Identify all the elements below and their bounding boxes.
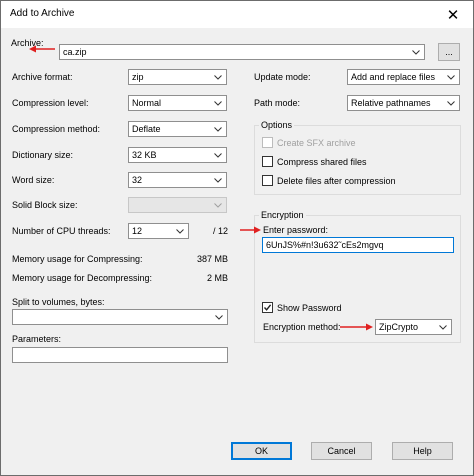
enter-password-label: Enter password:	[263, 225, 329, 235]
window-title: Add to Archive	[10, 8, 75, 19]
create-sfx-checkbox[interactable]: Create SFX archive	[262, 137, 356, 148]
chevron-down-icon	[213, 148, 222, 162]
ok-button[interactable]: OK	[231, 442, 292, 460]
word-size-value: 32	[132, 175, 143, 185]
solid-block-size-label: Solid Block size:	[12, 200, 78, 210]
chevron-down-icon	[214, 310, 223, 324]
annotation-arrow-icon	[29, 45, 55, 53]
checkbox-box	[262, 175, 273, 186]
encryption-method-select[interactable]: ZipCrypto	[375, 319, 452, 335]
archive-path-value: ca.zip	[63, 47, 87, 57]
memory-compressing-value: 387 MB	[196, 254, 228, 264]
compress-shared-label: Compress shared files	[277, 156, 367, 167]
checkbox-box	[262, 137, 273, 148]
archive-format-value: zip	[132, 72, 144, 82]
delete-after-checkbox[interactable]: Delete files after compression	[262, 175, 396, 186]
help-button[interactable]: Help	[392, 442, 453, 460]
archive-format-label: Archive format:	[12, 72, 73, 82]
show-password-checkbox[interactable]: Show Password	[262, 302, 342, 313]
update-mode-select[interactable]: Add and replace files	[347, 69, 460, 85]
memory-decompressing-value: 2 MB	[206, 273, 228, 283]
chevron-down-icon	[411, 45, 420, 59]
annotation-arrow-icon	[340, 323, 373, 331]
split-volumes-label: Split to volumes, bytes:	[12, 297, 105, 307]
parameters-input[interactable]	[12, 347, 228, 363]
chevron-down-icon	[438, 320, 447, 334]
split-volumes-combo[interactable]	[12, 309, 228, 325]
path-mode-value: Relative pathnames	[351, 98, 431, 108]
options-group-title: Options	[259, 120, 295, 130]
cpu-threads-value: 12	[132, 226, 143, 236]
create-sfx-label: Create SFX archive	[277, 137, 356, 148]
chevron-down-icon	[213, 173, 222, 187]
cpu-threads-label: Number of CPU threads:	[12, 226, 111, 236]
path-mode-select[interactable]: Relative pathnames	[347, 95, 460, 111]
title-bar: Add to Archive ✕	[1, 1, 473, 28]
solid-block-size-select[interactable]	[128, 197, 227, 213]
memory-compressing-label: Memory usage for Compressing:	[12, 254, 143, 264]
add-to-archive-dialog: Add to Archive ✕ Archive: ca.zip ... Arc…	[0, 0, 474, 476]
browse-button[interactable]: ...	[438, 43, 460, 61]
close-icon[interactable]: ✕	[433, 1, 473, 28]
archive-format-select[interactable]: zip	[128, 69, 227, 85]
encryption-group-title: Encryption	[259, 210, 306, 220]
checkbox-box	[262, 302, 273, 313]
cancel-button[interactable]: Cancel	[311, 442, 372, 460]
show-password-label: Show Password	[277, 302, 342, 313]
update-mode-label: Update mode:	[254, 72, 311, 82]
encryption-method-label: Encryption method:	[263, 322, 341, 332]
archive-path-combo[interactable]: ca.zip	[59, 44, 425, 60]
chevron-down-icon	[213, 96, 222, 110]
chevron-down-icon	[213, 70, 222, 84]
compression-method-select[interactable]: Deflate	[128, 121, 227, 137]
chevron-down-icon	[213, 122, 222, 136]
checkbox-box	[262, 156, 273, 167]
password-input[interactable]: 6UnJS%#n!3u632˜cEs2mgvq	[262, 237, 454, 253]
compression-method-label: Compression method:	[12, 124, 101, 134]
compression-method-value: Deflate	[132, 124, 161, 134]
cpu-threads-max: / 12	[212, 226, 228, 236]
update-mode-value: Add and replace files	[351, 72, 436, 82]
parameters-label: Parameters:	[12, 334, 62, 344]
dictionary-size-value: 32 KB	[132, 150, 157, 160]
word-size-select[interactable]: 32	[128, 172, 227, 188]
chevron-down-icon	[446, 70, 455, 84]
chevron-down-icon	[446, 96, 455, 110]
dictionary-size-label: Dictionary size:	[12, 150, 74, 160]
compression-level-select[interactable]: Normal	[128, 95, 227, 111]
path-mode-label: Path mode:	[254, 98, 301, 108]
encryption-method-value: ZipCrypto	[379, 322, 419, 332]
cpu-threads-select[interactable]: 12	[128, 223, 189, 239]
delete-after-label: Delete files after compression	[277, 175, 396, 186]
annotation-arrow-icon	[240, 226, 261, 234]
compress-shared-checkbox[interactable]: Compress shared files	[262, 156, 367, 167]
word-size-label: Word size:	[12, 175, 55, 185]
dictionary-size-select[interactable]: 32 KB	[128, 147, 227, 163]
chevron-down-icon	[175, 224, 184, 238]
compression-level-value: Normal	[132, 98, 162, 108]
compression-level-label: Compression level:	[12, 98, 89, 108]
chevron-down-icon	[213, 198, 222, 212]
checkmark-icon	[263, 304, 272, 311]
memory-decompressing-label: Memory usage for Decompressing:	[12, 273, 153, 283]
